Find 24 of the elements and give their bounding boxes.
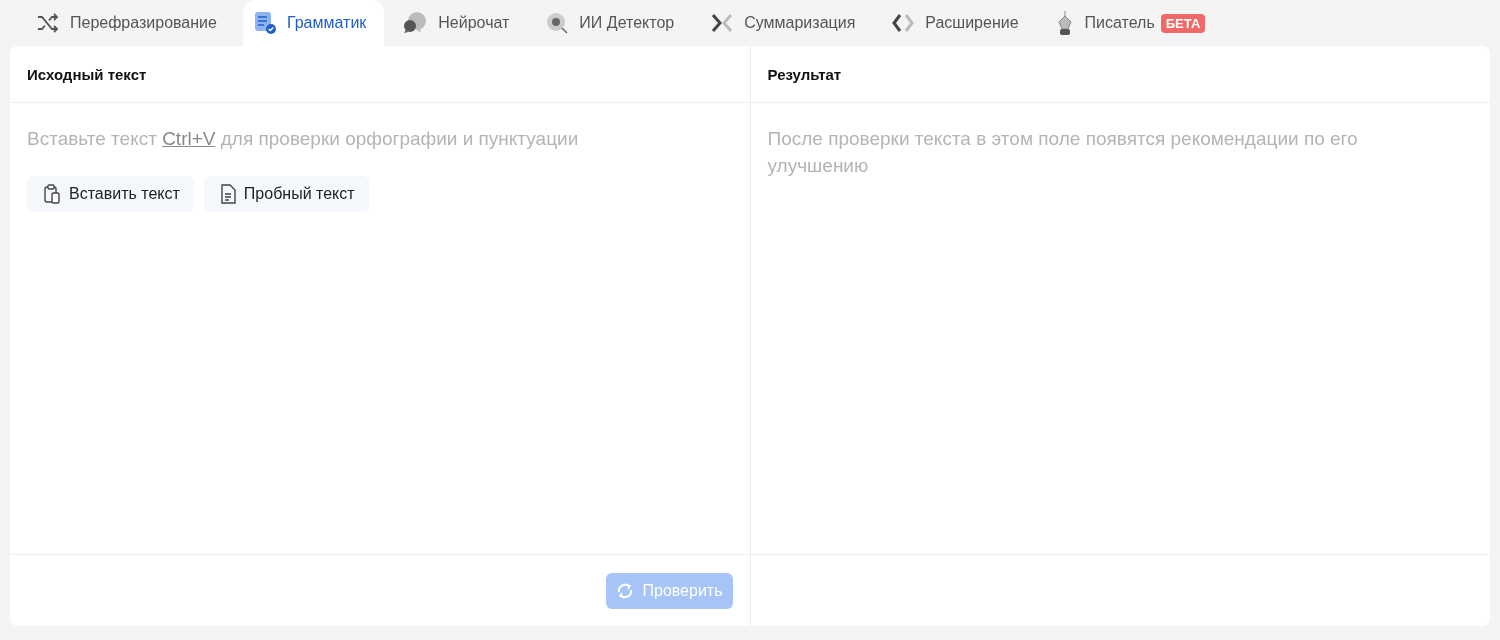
chat-bubbles-icon [402, 11, 429, 35]
chevrons-inward-icon [710, 12, 735, 34]
refresh-icon [616, 581, 635, 600]
panel-title: Результат [750, 46, 1490, 103]
code-brackets-icon [891, 12, 916, 34]
tool-tab[interactable]: Перефразирование [26, 0, 235, 46]
tool-tab[interactable]: Нейрочат [392, 0, 528, 46]
result-field: После проверки текста в этом поле появятся рекомендации по его улучшению [767, 125, 1428, 179]
beta-badge: БЕТА [1160, 13, 1206, 33]
sample-text-button[interactable]: Пробный текст [203, 176, 369, 212]
input-placeholder[interactable]: Вставьте текст Ctrl+V для проверки орфографии и пунктуации [27, 125, 733, 152]
clipboard-icon [43, 184, 61, 204]
tool-tab[interactable]: ИИ Детектор [535, 0, 693, 46]
tool-tab[interactable]: Грамматик [242, 0, 385, 46]
magnifier-icon [545, 11, 570, 35]
document-check-icon [252, 11, 277, 35]
shortcut-link[interactable]: Ctrl+V [162, 128, 216, 149]
tool-tab[interactable]: Писатель БЕТА [1044, 0, 1224, 46]
document-icon [219, 184, 236, 204]
panel-title: Исходный текст [10, 46, 750, 103]
shuffle-icon [36, 13, 60, 33]
tool-tab[interactable]: Суммаризация [700, 0, 874, 46]
paste-text-button[interactable]: Вставить текст [27, 176, 194, 212]
tool-tab[interactable]: Расширение [881, 0, 1037, 46]
